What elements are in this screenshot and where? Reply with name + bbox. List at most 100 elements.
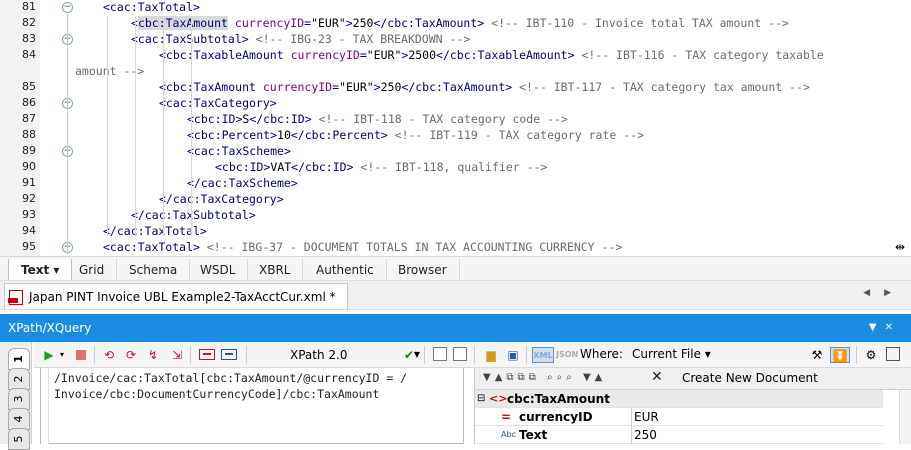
result-row[interactable]: = currencyID EUR [475,408,883,426]
fold-guide [67,14,68,254]
code-text: <cbc:ID>S</cbc:ID> <!-- IBT-118 - TAX ca… [187,112,568,126]
xml-file-icon [8,290,23,305]
code-text: </cac:TaxScheme> [187,176,298,190]
code-text: </cac:TaxCategory> [159,192,284,206]
run-dropdown-icon[interactable]: ▾ [58,347,66,363]
result-name: cbc:TaxAmount [507,392,610,406]
output-icon[interactable] [198,347,216,363]
resize-cursor-icon: ⇹ [894,240,905,254]
expression-tab-5[interactable]: 5 [8,428,30,450]
line-number: 87 [22,112,36,125]
xml-text-editor[interactable]: 81 − <cac:TaxTotal> 82 <cbc:TaxAmount curren… [0,0,911,256]
tab-schema[interactable]: Schema [117,259,191,281]
tab-browser[interactable]: Browser [386,259,460,281]
stop-icon[interactable] [74,347,88,363]
run-icon[interactable]: ▶ [42,347,56,363]
expression-margin [41,368,49,444]
results-nav-icons[interactable]: ▼▲⧉⧉⧉ ⌕⌕⌕ ▼▲ [483,372,606,383]
close-icon[interactable]: ✕ [885,322,901,333]
code-line[interactable]: 81 − <cac:TaxTotal> [0,0,900,15]
layout-icon[interactable] [884,347,902,363]
xpath-toolbar: ▶ ▾ ⟲ ⟳ ↯ ⇲ XPath 2.0 ▼ ✔ ▆ ▣ XML JSON W… [34,342,911,368]
line-number: 81 [22,0,36,13]
document-tab[interactable]: Japan PINT Invoice UBL Example2-TaxAcctC… [4,283,348,309]
create-new-document-button[interactable]: Create New Document [682,371,818,385]
panel-menu-icon[interactable]: ▼ [869,322,885,333]
xpath-results-pane: ▼▲⧉⧉⧉ ⌕⌕⌕ ▼▲ ✕ Create New Document ⊟ <> … [474,368,911,444]
save-icon[interactable]: ▣ [504,347,522,363]
expression-tab-3[interactable]: 3 [8,388,30,410]
document-tab-bar: Japan PINT Invoice UBL Example2-TaxAcctC… [0,280,911,310]
evaluate-on-typing-icon[interactable]: ⏬ [830,347,850,363]
code-text: </cac:TaxSubtotal> [131,208,256,222]
line-number: 95 [22,240,36,253]
indent-guide [107,16,108,236]
info-icon[interactable] [452,347,468,363]
indent-guide [191,16,192,236]
code-text: <cac:TaxTotal> [103,0,200,14]
results-scrollbar[interactable] [899,390,911,444]
step-into-icon[interactable]: ⟳ [122,347,140,363]
json-mode-button[interactable]: JSON [556,347,578,363]
panel-titlebar: XPath/XQuery ▼✕ [0,314,911,342]
result-row[interactable]: Abc Text 250 [475,426,883,444]
code-text: <cbc:TaxAmount currencyID="EUR">250</cbc… [159,80,810,94]
tab-grid[interactable]: Grid [67,259,118,281]
where-label: Where: [580,347,623,361]
tab-wsdl[interactable]: WSDL [188,259,249,281]
code-text: <cbc:TaxAmount currencyID="EUR">250</cbc… [131,16,789,30]
code-text: <cac:TaxCategory> [159,96,277,110]
output-text-icon[interactable] [220,347,238,363]
line-number: 86 [22,96,36,109]
panel-title: XPath/XQuery [8,321,92,335]
xml-mode-button[interactable]: XML [532,347,554,363]
step-over-icon[interactable]: ↯ [144,347,162,363]
comment-icon[interactable] [432,347,448,363]
indent-guide [135,16,136,236]
result-name: currencyID [519,410,593,424]
result-value: 250 [631,426,871,444]
expression-tab-1[interactable]: 1 [8,348,30,370]
indent-guide [163,16,164,236]
text-node-icon: Abc [501,430,516,439]
tools-icon[interactable]: ⚒ [808,347,826,363]
code-text: <cac:TaxSubtotal> <!-- IBG-23 - TAX BREA… [131,32,471,46]
open-folder-icon[interactable]: ▆ [482,347,500,363]
xpath-xquery-panel: XPath/XQuery ▼✕ 1 2 3 4 5 ▶ ▾ ⟲ ⟳ ↯ ⇲ XP… [0,310,911,450]
document-tab-label: Japan PINT Invoice UBL Example2-TaxAcctC… [29,290,336,304]
code-line[interactable]: 95−<cac:TaxTotal> <!-- IBG-37 - DOCUMENT… [0,239,900,255]
result-row[interactable]: ⊟ <> cbc:TaxAmount [475,390,883,408]
tab-text[interactable]: Text ▾ [8,259,73,281]
where-select[interactable]: Current File ▾ [632,347,711,361]
code-text: <cbc:TaxableAmount currencyID="EUR">2500… [159,48,824,62]
code-text: <cac:TaxTotal> <!-- IBG-37 - DOCUMENT TO… [103,240,623,254]
debug-icon[interactable]: ⟲ [100,347,118,363]
fold-toggle-icon[interactable]: − [62,2,73,13]
xpath-expression-editor[interactable]: /Invoice/cac:TaxTotal[cbc:TaxAmount/@cur… [40,368,464,444]
tab-authentic[interactable]: Authentic [304,259,387,281]
tab-xbrl[interactable]: XBRL [247,259,304,281]
settings-gear-icon[interactable]: ⚙ [862,347,880,363]
code-text: <cac:TaxScheme> [187,144,291,158]
results-toolbar: ▼▲⧉⧉⧉ ⌕⌕⌕ ▼▲ ✕ Create New Document [475,368,911,390]
line-number: 93 [22,208,36,221]
line-number: 83 [22,32,36,45]
expression-line[interactable]: /Invoice/cac:TaxTotal[cbc:TaxAmount/@cur… [54,370,407,386]
expression-tab-2[interactable]: 2 [8,368,30,390]
attribute-icon: = [501,410,512,424]
line-number: 88 [22,128,36,141]
validate-icon[interactable]: ✔ [400,347,418,363]
element-icon: <> [489,392,508,405]
result-value: EUR [631,408,871,426]
xpath-version-label: XPath 2.0 [290,348,348,362]
clear-results-icon[interactable]: ✕ [651,369,663,385]
line-number: 82 [22,16,36,29]
view-mode-tabs: Text ▾ Grid Schema WSDL XBRL Authentic B… [0,256,911,281]
line-number: 91 [22,176,36,189]
line-number: 92 [22,192,36,205]
tab-scroll-arrows-icon[interactable]: ◀▶ [863,288,905,298]
expression-line[interactable]: Invoice/cbc:DocumentCurrencyCode]/cbc:Ta… [54,386,379,402]
collapse-icon[interactable]: ⊟ [477,390,485,408]
expression-tab-4[interactable]: 4 [8,408,30,430]
breakpoint-icon[interactable]: ⇲ [168,347,186,363]
